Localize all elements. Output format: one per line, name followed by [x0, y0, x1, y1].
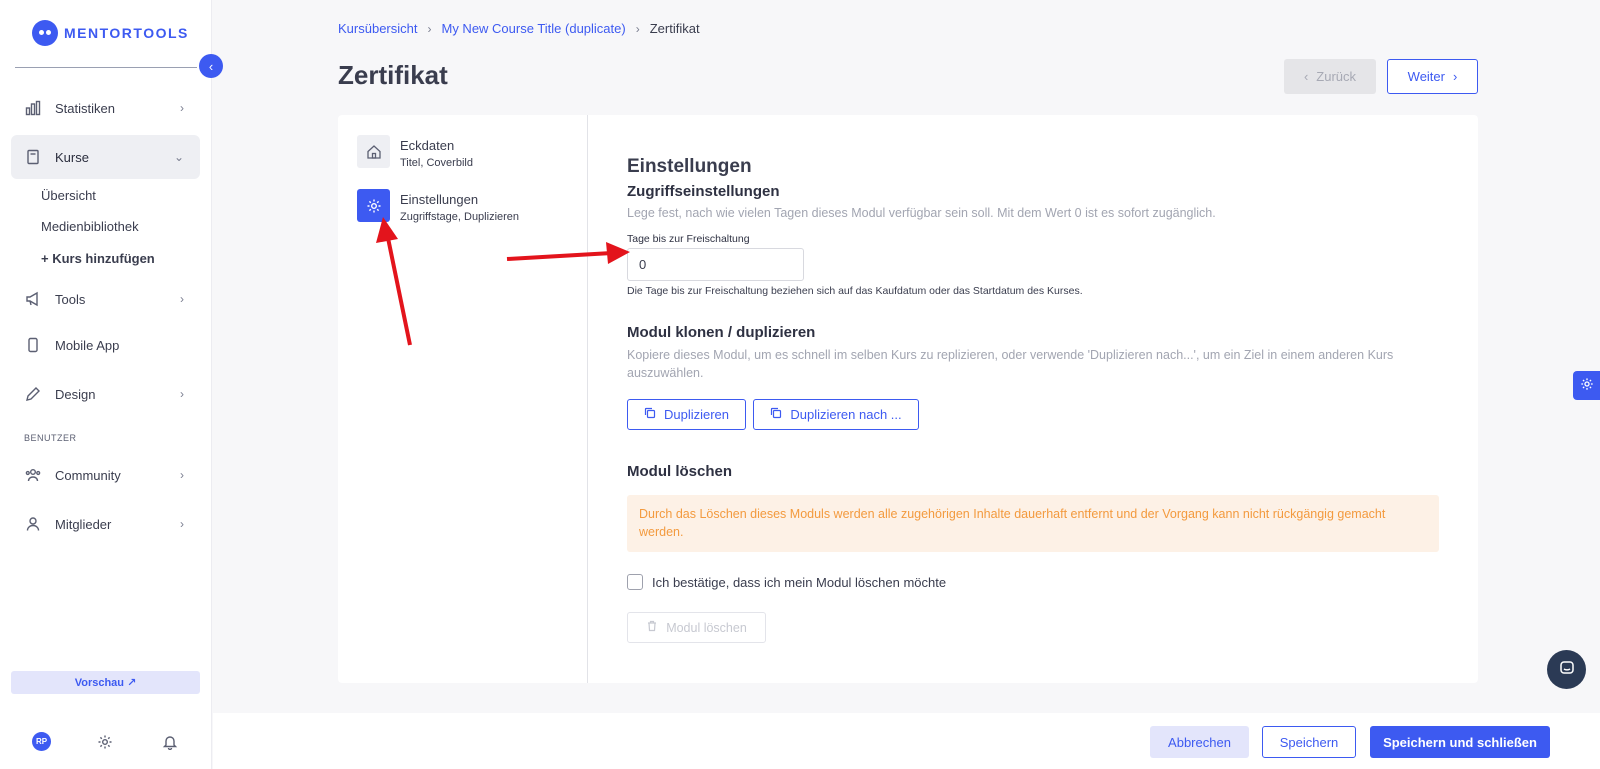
step-eckdaten[interactable]: Eckdaten Titel, Coverbild — [357, 135, 473, 169]
step-subtitle: Zugriffstage, Duplizieren — [400, 211, 520, 223]
sidebar-item-tools[interactable]: Tools › — [11, 277, 200, 321]
delete-warning: Durch das Löschen dieses Moduls werden a… — [627, 495, 1439, 552]
sidebar-item-label: Statistiken — [55, 100, 115, 116]
chevron-down-icon: ⌄ — [173, 150, 184, 164]
sidebar-item-mobile-app[interactable]: Mobile App — [11, 323, 200, 367]
copy-icon — [644, 407, 656, 422]
days-field-label: Tage bis zur Freischaltung — [627, 233, 750, 245]
chevron-right-icon: › — [1452, 69, 1458, 84]
sidebar-item-kurse[interactable]: Kurse ⌄ — [11, 135, 200, 179]
chevron-right-icon: › — [180, 292, 184, 306]
user-icon — [25, 516, 41, 532]
divider — [587, 115, 588, 683]
sidebar-subitem-medienbibliothek[interactable]: Medienbibliothek — [41, 219, 139, 234]
sidebar-item-design[interactable]: Design › — [11, 372, 200, 416]
back-button[interactable]: ‹ Zurück — [1284, 59, 1376, 94]
phone-icon — [25, 337, 41, 353]
trash-icon — [646, 620, 658, 635]
sidebar: MENTORTOOLS Statistiken › Kurse ⌄ Übersi… — [0, 0, 212, 769]
megaphone-icon — [25, 291, 41, 307]
gear-icon — [357, 189, 390, 222]
step-title: Einstellungen — [400, 192, 479, 207]
breadcrumb-kursuebersicht[interactable]: Kursübersicht — [338, 21, 417, 36]
chevron-left-icon: ‹ — [1303, 69, 1309, 84]
breadcrumb-course[interactable]: My New Course Title (duplicate) — [441, 21, 625, 36]
sidebar-item-label: Community — [55, 467, 121, 483]
chat-icon — [1559, 660, 1575, 679]
duplicate-button-label: Duplizieren — [663, 407, 730, 422]
home-icon — [357, 135, 390, 168]
sidebar-item-community[interactable]: Community › — [11, 453, 200, 497]
logo[interactable]: MENTORTOOLS — [32, 20, 189, 46]
settings-panel-toggle[interactable] — [1573, 371, 1600, 400]
save-button[interactable]: Speichern — [1262, 726, 1356, 758]
days-field-hint: Die Tage bis zur Freischaltung beziehen … — [627, 285, 1083, 297]
clone-description: Kopiere dieses Modul, um es schnell im s… — [627, 348, 1394, 380]
pen-icon — [25, 386, 41, 402]
sidebar-item-mitglieder[interactable]: Mitglieder › — [11, 502, 200, 546]
delete-module-button-label: Modul löschen — [666, 620, 747, 635]
sidebar-item-label: Tools — [55, 291, 86, 307]
next-button[interactable]: Weiter › — [1387, 59, 1478, 94]
step-subtitle: Titel, Coverbild — [400, 157, 473, 169]
book-icon — [25, 149, 41, 165]
logo-icon — [32, 20, 58, 46]
next-button-label: Weiter — [1407, 69, 1445, 84]
sidebar-item-label: Design — [55, 386, 96, 402]
chevron-right-icon: › — [427, 21, 432, 36]
delete-heading: Modul löschen — [627, 463, 732, 480]
duplicate-button[interactable]: Duplizieren — [627, 399, 746, 430]
section-label-benutzer: BENUTZER — [24, 433, 77, 443]
chevron-right-icon: › — [180, 387, 184, 401]
cancel-button[interactable]: Abbrechen — [1150, 726, 1249, 758]
chat-button[interactable] — [1547, 650, 1586, 689]
days-until-unlock-input[interactable] — [627, 248, 804, 281]
step-einstellungen[interactable]: Einstellungen Zugriffstage, Duplizieren — [357, 189, 519, 223]
sidebar-subitem-uebersicht[interactable]: Übersicht — [41, 188, 96, 203]
chevron-right-icon: › — [180, 517, 184, 531]
logo-text: MENTORTOOLS — [64, 25, 189, 41]
duplicate-to-button[interactable]: Duplizieren nach ... — [753, 399, 919, 430]
duplicate-to-button-label: Duplizieren nach ... — [790, 407, 902, 422]
sidebar-item-statistiken[interactable]: Statistiken › — [11, 86, 200, 130]
bell-icon[interactable] — [161, 733, 179, 751]
chevron-right-icon: › — [180, 468, 184, 482]
users-icon — [25, 467, 41, 483]
confirm-delete-label[interactable]: Ich bestätige, dass ich mein Modul lösch… — [652, 575, 946, 590]
copy-icon — [770, 407, 782, 422]
settings-heading: Einstellungen — [627, 156, 752, 177]
save-and-close-button[interactable]: Speichern und schließen — [1370, 726, 1550, 758]
avatar[interactable]: RP — [32, 732, 51, 751]
step-title: Eckdaten — [400, 138, 455, 153]
sidebar-subitem-add-course[interactable]: + Kurs hinzufügen — [41, 251, 155, 266]
gear-icon[interactable] — [96, 733, 114, 751]
gear-icon — [1580, 377, 1594, 394]
chevron-left-icon: ‹ — [208, 58, 214, 74]
back-button-label: Zurück — [1316, 69, 1357, 84]
confirm-delete-checkbox[interactable] — [627, 574, 643, 590]
clone-heading: Modul klonen / duplizieren — [627, 324, 816, 341]
sidebar-item-label: Kurse — [55, 149, 89, 165]
breadcrumb-current: Zertifikat — [649, 21, 700, 36]
access-heading: Zugriffseinstellungen — [627, 183, 780, 200]
chevron-right-icon: › — [180, 101, 184, 115]
divider — [15, 67, 197, 68]
preview-button[interactable]: Vorschau ↗ — [11, 671, 200, 694]
delete-module-button[interactable]: Modul löschen — [627, 612, 766, 643]
breadcrumb: Kursübersicht › My New Course Title (dup… — [338, 21, 700, 36]
chevron-right-icon: › — [635, 21, 640, 36]
access-description: Lege fest, nach wie vielen Tagen dieses … — [627, 206, 1216, 220]
sidebar-item-label: Mitglieder — [55, 516, 112, 532]
collapse-sidebar-button[interactable]: ‹ — [199, 54, 223, 78]
bar-chart-icon — [25, 100, 41, 116]
sidebar-item-label: Mobile App — [55, 337, 120, 353]
page-title: Zertifikat — [338, 60, 448, 90]
